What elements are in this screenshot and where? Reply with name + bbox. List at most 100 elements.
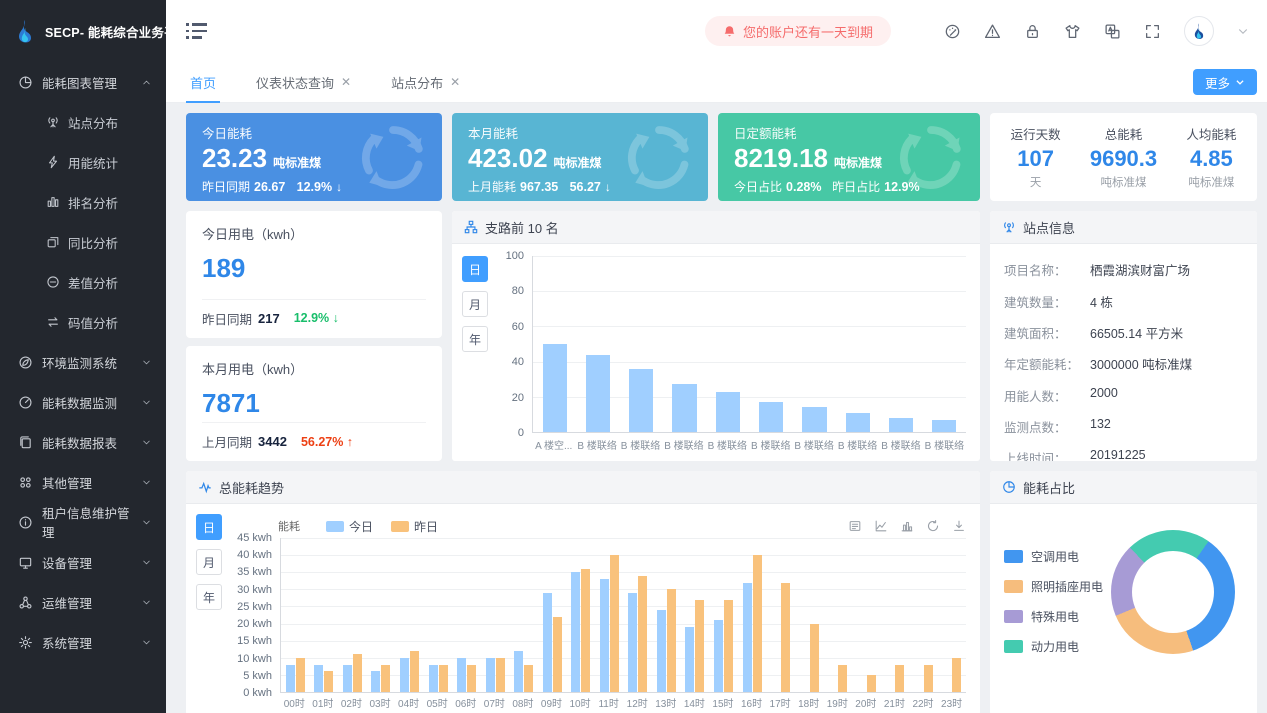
refresh-icon[interactable] bbox=[926, 519, 940, 533]
trend-bar-今日-11[interactable] bbox=[600, 579, 609, 692]
pie-legend-照明插座用电[interactable]: 照明插座用电 bbox=[1004, 578, 1103, 595]
trend-bar-昨日-3[interactable] bbox=[381, 665, 390, 692]
trend-bar-昨日-19[interactable] bbox=[838, 665, 847, 692]
sidebar-subitem-0-4[interactable]: 差值分析 bbox=[0, 262, 166, 302]
shirt-icon[interactable] bbox=[1064, 23, 1081, 40]
period-toggle-月[interactable]: 月 bbox=[196, 549, 222, 575]
trend-bar-昨日-9[interactable] bbox=[553, 617, 562, 692]
sidebar-item-6[interactable]: 设备管理 bbox=[0, 542, 166, 582]
sidebar-item-8[interactable]: 系统管理 bbox=[0, 622, 166, 662]
trend-bar-今日-2[interactable] bbox=[343, 665, 352, 692]
trend-bar-昨日-0[interactable] bbox=[296, 658, 305, 692]
linechart-icon[interactable] bbox=[874, 519, 888, 533]
trend-bar-今日-12[interactable] bbox=[628, 593, 637, 692]
close-icon[interactable]: ✕ bbox=[450, 75, 460, 89]
trend-bar-chart[interactable] bbox=[280, 538, 966, 693]
trend-bar-今日-16[interactable] bbox=[743, 583, 752, 693]
close-icon[interactable]: ✕ bbox=[341, 75, 351, 89]
trend-bar-昨日-10[interactable] bbox=[581, 569, 590, 692]
barchart-icon[interactable] bbox=[900, 519, 914, 533]
branch-bar-chart[interactable] bbox=[532, 256, 966, 433]
trend-bar-昨日-20[interactable] bbox=[867, 675, 876, 692]
tab-2[interactable]: 站点分布✕ bbox=[391, 62, 460, 103]
sidebar-item-5[interactable]: 租户信息维护管理 bbox=[0, 502, 166, 542]
trend-bar-今日-0[interactable] bbox=[286, 665, 295, 692]
kpi-card-month-energy[interactable]: 本月能耗 423.02吨标准煤 上月能耗967.35 56.27↓ bbox=[452, 113, 708, 201]
account-expiry-alert[interactable]: 您的账户还有一天到期 bbox=[705, 16, 891, 46]
trend-bar-今日-1[interactable] bbox=[314, 665, 323, 692]
trend-bar-今日-8[interactable] bbox=[514, 651, 523, 692]
trend-bar-今日-9[interactable] bbox=[543, 593, 552, 692]
trend-bar-昨日-11[interactable] bbox=[610, 555, 619, 692]
pie-legend-空调用电[interactable]: 空调用电 bbox=[1004, 548, 1103, 565]
sidebar-item-2[interactable]: 能耗数据监测 bbox=[0, 382, 166, 422]
legend-昨日[interactable]: 昨日 bbox=[391, 518, 438, 535]
trend-bar-昨日-2[interactable] bbox=[353, 654, 362, 692]
branch-bar-6[interactable] bbox=[802, 407, 826, 432]
theme-icon[interactable] bbox=[944, 23, 961, 40]
sidebar-subitem-0-5[interactable]: 码值分析 bbox=[0, 302, 166, 342]
trend-bar-昨日-17[interactable] bbox=[781, 583, 790, 693]
branch-bar-1[interactable] bbox=[586, 355, 610, 432]
sidebar-item-7[interactable]: 运维管理 bbox=[0, 582, 166, 622]
trend-bar-昨日-23[interactable] bbox=[952, 658, 961, 692]
dataview-icon[interactable] bbox=[848, 519, 862, 533]
sidebar-item-0[interactable]: 能耗图表管理 bbox=[0, 62, 166, 102]
branch-bar-9[interactable] bbox=[932, 420, 956, 432]
trend-bar-今日-5[interactable] bbox=[429, 665, 438, 692]
branch-bar-0[interactable] bbox=[543, 344, 567, 432]
trend-bar-昨日-16[interactable] bbox=[753, 555, 762, 692]
sidebar-subitem-0-3[interactable]: 同比分析 bbox=[0, 222, 166, 262]
fullscreen-icon[interactable] bbox=[1144, 23, 1161, 40]
trend-bar-昨日-21[interactable] bbox=[895, 665, 904, 692]
period-toggle-日[interactable]: 日 bbox=[462, 256, 488, 282]
trend-bar-今日-6[interactable] bbox=[457, 658, 466, 692]
trend-bar-今日-7[interactable] bbox=[486, 658, 495, 692]
trend-bar-今日-3[interactable] bbox=[371, 671, 380, 692]
trend-bar-今日-15[interactable] bbox=[714, 620, 723, 692]
menu-collapse-icon[interactable] bbox=[186, 23, 207, 39]
language-icon[interactable] bbox=[1104, 23, 1121, 40]
branch-bar-5[interactable] bbox=[759, 402, 783, 432]
trend-bar-昨日-14[interactable] bbox=[695, 600, 704, 692]
period-toggle-月[interactable]: 月 bbox=[462, 291, 488, 317]
branch-bar-2[interactable] bbox=[629, 369, 653, 432]
trend-bar-今日-10[interactable] bbox=[571, 572, 580, 692]
avatar[interactable] bbox=[1184, 16, 1214, 46]
energy-ratio-donut-chart[interactable] bbox=[1111, 530, 1235, 654]
more-button[interactable]: 更多 bbox=[1193, 69, 1257, 95]
trend-bar-昨日-22[interactable] bbox=[924, 665, 933, 692]
lock-icon[interactable] bbox=[1024, 23, 1041, 40]
sidebar-item-1[interactable]: 环境监测系统 bbox=[0, 342, 166, 382]
trend-bar-昨日-6[interactable] bbox=[467, 665, 476, 692]
branch-bar-8[interactable] bbox=[889, 418, 913, 432]
period-toggle-年[interactable]: 年 bbox=[462, 326, 488, 352]
legend-今日[interactable]: 今日 bbox=[326, 518, 373, 535]
pie-legend-动力用电[interactable]: 动力用电 bbox=[1004, 638, 1103, 655]
trend-bar-昨日-7[interactable] bbox=[496, 658, 505, 692]
trend-bar-今日-4[interactable] bbox=[400, 658, 409, 692]
sidebar-item-4[interactable]: 其他管理 bbox=[0, 462, 166, 502]
trend-bar-今日-14[interactable] bbox=[685, 627, 694, 692]
trend-bar-昨日-8[interactable] bbox=[524, 665, 533, 692]
trend-bar-今日-13[interactable] bbox=[657, 610, 666, 692]
branch-bar-4[interactable] bbox=[716, 392, 740, 432]
tab-1[interactable]: 仪表状态查询✕ bbox=[256, 62, 351, 103]
trend-bar-昨日-5[interactable] bbox=[439, 665, 448, 692]
download-icon[interactable] bbox=[952, 519, 966, 533]
trend-bar-昨日-18[interactable] bbox=[810, 624, 819, 692]
pie-legend-特殊用电[interactable]: 特殊用电 bbox=[1004, 608, 1103, 625]
period-toggle-日[interactable]: 日 bbox=[196, 514, 222, 540]
sidebar-subitem-0-1[interactable]: 用能统计 bbox=[0, 142, 166, 182]
trend-bar-昨日-15[interactable] bbox=[724, 600, 733, 692]
trend-bar-昨日-1[interactable] bbox=[324, 671, 333, 692]
kpi-card-today-energy[interactable]: 今日能耗 23.23吨标准煤 昨日同期26.67 12.9%↓ bbox=[186, 113, 442, 201]
trend-bar-昨日-4[interactable] bbox=[410, 651, 419, 692]
sidebar-subitem-0-2[interactable]: 排名分析 bbox=[0, 182, 166, 222]
tab-0[interactable]: 首页 bbox=[190, 62, 216, 103]
sidebar-subitem-0-0[interactable]: 站点分布 bbox=[0, 102, 166, 142]
period-toggle-年[interactable]: 年 bbox=[196, 584, 222, 610]
sidebar-item-3[interactable]: 能耗数据报表 bbox=[0, 422, 166, 462]
trend-bar-昨日-13[interactable] bbox=[667, 589, 676, 692]
branch-bar-3[interactable] bbox=[672, 384, 696, 432]
